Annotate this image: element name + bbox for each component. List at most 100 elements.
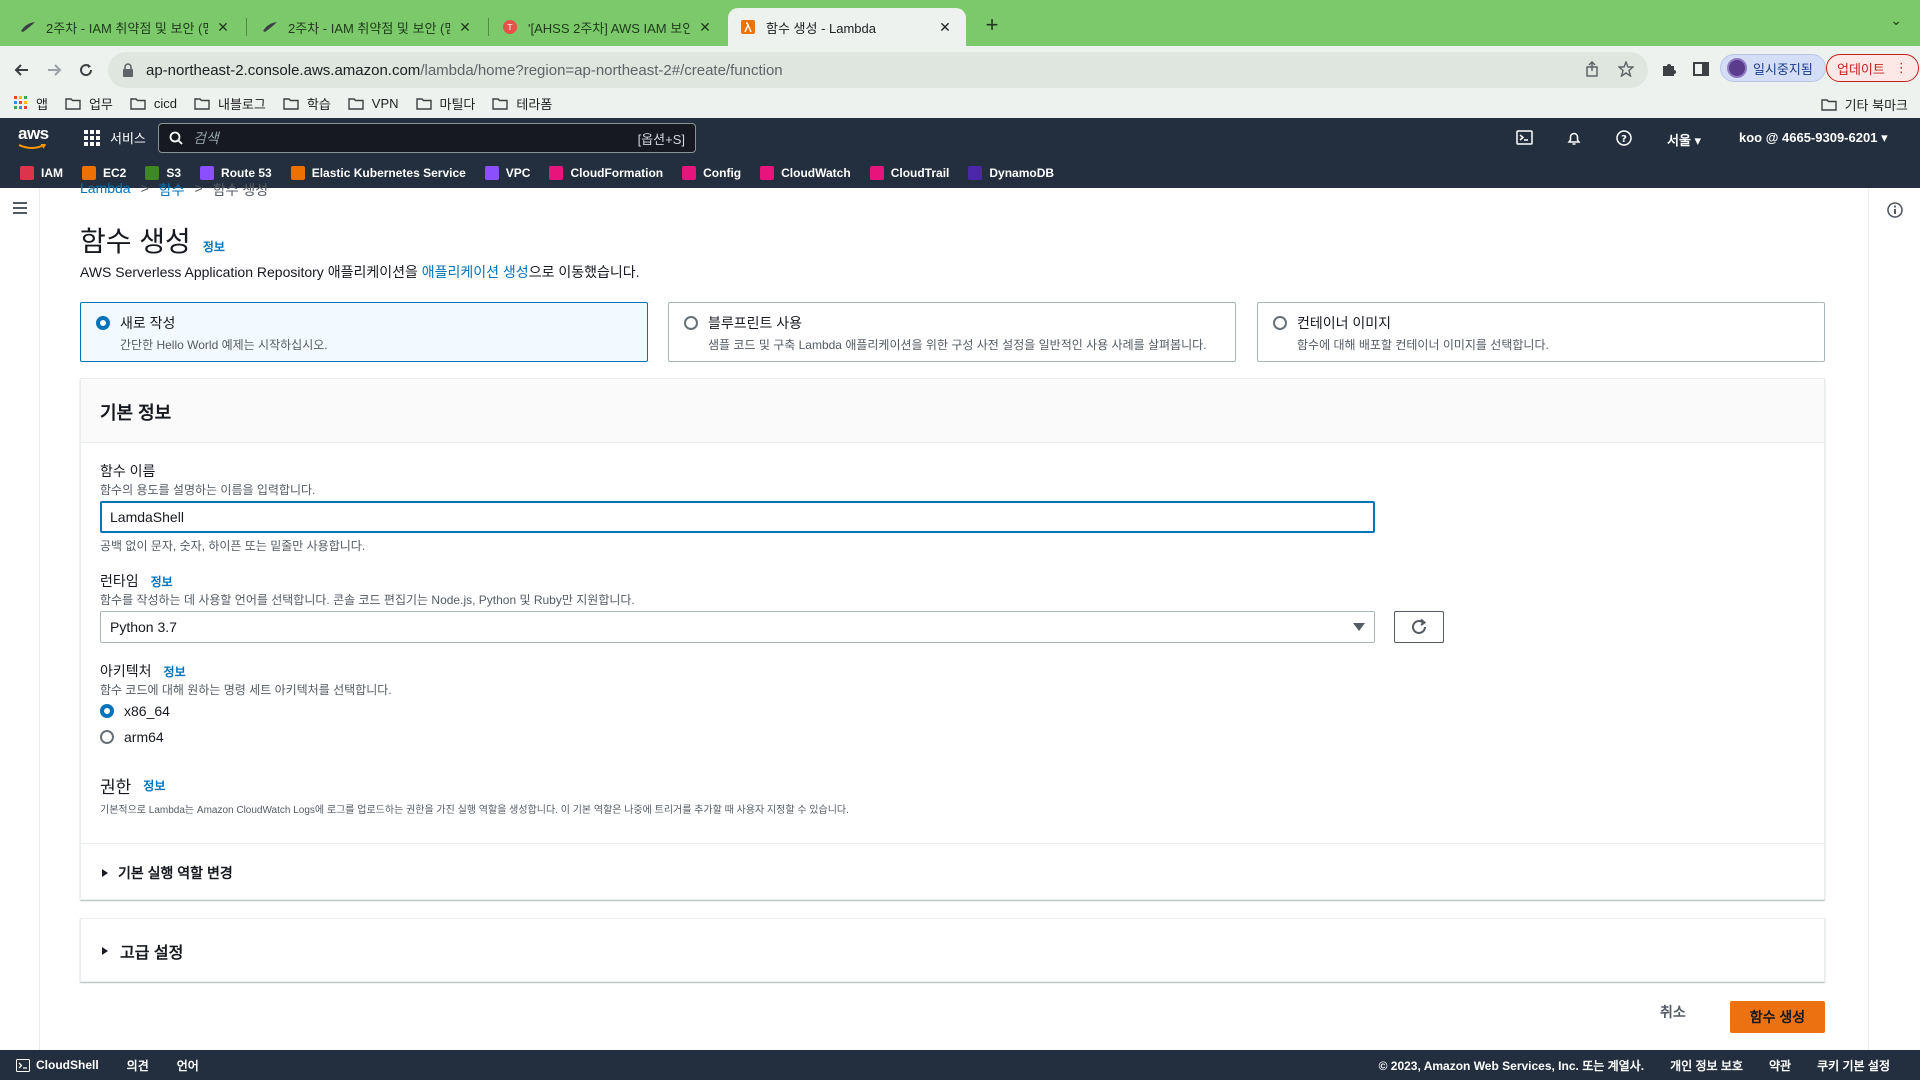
- favorite-service[interactable]: Route 53: [200, 166, 272, 180]
- bookmark-folder[interactable]: VPN: [348, 96, 399, 111]
- panel-heading: 기본 정보: [81, 379, 1824, 443]
- bookmark-folder[interactable]: 업무: [65, 94, 113, 113]
- bookmark-label: 학습: [306, 96, 331, 112]
- language-link[interactable]: 언어: [177, 1057, 199, 1074]
- account-menu[interactable]: koo @ 4665-9309-6201 ▾: [1739, 130, 1888, 146]
- cloudshell-icon[interactable]: [1516, 130, 1533, 145]
- browser-tab-2[interactable]: 2주차 - IAM 취약점 및 보안 (멤버십 ✕: [250, 8, 486, 46]
- breadcrumb-functions[interactable]: 함수: [159, 180, 185, 200]
- favorite-service[interactable]: EC2: [82, 166, 126, 180]
- radio-unselected[interactable]: [684, 316, 698, 330]
- radio-selected[interactable]: [100, 704, 114, 718]
- radio-unselected[interactable]: [100, 730, 114, 744]
- favorite-service[interactable]: VPC: [484, 166, 530, 180]
- service-icon: [968, 166, 983, 180]
- bell-icon[interactable]: [1566, 130, 1582, 146]
- close-icon[interactable]: ✕: [936, 19, 954, 36]
- permissions-info-link[interactable]: 정보: [143, 777, 165, 794]
- info-icon[interactable]: [1887, 202, 1903, 218]
- profile-button[interactable]: 일시중지됨: [1720, 54, 1826, 82]
- service-icon: [290, 166, 305, 180]
- close-icon[interactable]: ✕: [696, 19, 714, 36]
- services-menu[interactable]: 서비스: [84, 128, 146, 147]
- change-execution-role-expander[interactable]: 기본 실행 역할 변경: [100, 863, 233, 883]
- radio-unselected[interactable]: [1273, 316, 1287, 330]
- help-icon[interactable]: ?: [1616, 130, 1632, 146]
- function-name-input[interactable]: LamdaShell: [100, 501, 1375, 533]
- favorite-service[interactable]: CloudFormation: [549, 166, 663, 180]
- bookmark-folder[interactable]: 내블로그: [194, 94, 266, 113]
- favorite-label: Config: [703, 166, 742, 180]
- back-icon[interactable]: [10, 58, 34, 82]
- aws-search-input[interactable]: 검색 [옵션+S]: [158, 123, 696, 153]
- cookie-preferences-link[interactable]: 쿠키 기본 설정: [1817, 1057, 1890, 1074]
- bookmark-folder[interactable]: 마틸다: [415, 94, 475, 113]
- favorite-service[interactable]: S3: [145, 166, 181, 180]
- create-application-link[interactable]: 애플리케이션 생성: [422, 264, 529, 280]
- close-icon[interactable]: ✕: [214, 19, 232, 36]
- refresh-runtime-button[interactable]: [1394, 611, 1444, 643]
- favorite-service[interactable]: CloudWatch: [760, 166, 851, 180]
- bookmark-folder[interactable]: 테라폼: [492, 94, 552, 113]
- arch-option-x86[interactable]: x86_64: [100, 703, 170, 719]
- browser-tab-active[interactable]: 함수 생성 - Lambda ✕: [728, 8, 966, 46]
- advanced-settings-expander[interactable]: 고급 설정: [100, 939, 183, 963]
- address-bar[interactable]: ap-northeast-2.console.aws.amazon.com/la…: [108, 52, 1648, 88]
- title-info-link[interactable]: 정보: [203, 238, 225, 255]
- repo-note-text: AWS Serverless Application Repository 애플…: [80, 264, 422, 280]
- favorite-label: Elastic Kubernetes Service: [311, 166, 466, 180]
- reload-icon[interactable]: [74, 58, 98, 82]
- divider: [81, 843, 1824, 844]
- star-icon[interactable]: [1618, 61, 1634, 77]
- browser-tab-1[interactable]: 2주차 - IAM 취약점 및 보안 (멤버십 ✕: [8, 8, 244, 46]
- new-tab-button[interactable]: +: [978, 12, 1006, 40]
- svg-text:?: ?: [1621, 134, 1627, 145]
- runtime-label: 런타임 정보: [100, 571, 173, 591]
- option-author-from-scratch[interactable]: 새로 작성 간단한 Hello World 예제는 시작하십시오.: [80, 302, 648, 362]
- runtime-label-text: 런타임: [100, 573, 139, 589]
- tab-separator: [488, 18, 489, 36]
- tab-search-icon[interactable]: ⌄: [1890, 12, 1902, 29]
- aws-logo[interactable]: aws: [18, 124, 49, 150]
- runtime-select[interactable]: Python 3.7: [100, 611, 1375, 643]
- menu-icon[interactable]: [13, 202, 27, 214]
- favorite-service[interactable]: DynamoDB: [968, 166, 1054, 180]
- bookmark-apps[interactable]: 앱: [14, 94, 48, 113]
- forward-icon[interactable]: [42, 58, 66, 82]
- terms-link[interactable]: 약관: [1769, 1057, 1791, 1074]
- create-function-button[interactable]: 함수 생성: [1730, 1001, 1825, 1033]
- page-title: 함수 생성 정보: [80, 220, 225, 260]
- bookmark-label: 앱: [36, 96, 48, 112]
- radio-selected[interactable]: [96, 316, 110, 330]
- expander-label: 기본 실행 역할 변경: [118, 865, 233, 881]
- option-container-image[interactable]: 컨테이너 이미지 함수에 대해 배포할 컨테이너 이미지를 선택합니다.: [1257, 302, 1825, 362]
- favorite-service[interactable]: Config: [682, 166, 741, 180]
- favorite-service[interactable]: Elastic Kubernetes Service: [290, 166, 466, 180]
- cancel-button[interactable]: 취소: [1660, 1002, 1686, 1022]
- favorite-service[interactable]: CloudTrail: [869, 166, 949, 180]
- feedback-link[interactable]: 의견: [127, 1057, 149, 1074]
- option-use-blueprint[interactable]: 블루프린트 사용 샘플 코드 및 구축 Lambda 애플리케이션을 위한 구성…: [668, 302, 1236, 362]
- extensions-icon[interactable]: [1660, 60, 1680, 80]
- search-placeholder: 검색: [193, 130, 219, 146]
- bookmark-folder[interactable]: 학습: [283, 94, 331, 113]
- region-selector[interactable]: 서울 ▾: [1667, 130, 1701, 149]
- breadcrumb-lambda[interactable]: Lambda: [80, 180, 131, 200]
- aws-top-nav: aws 서비스 검색 [옵션+S] ? 서울 ▾ koo @ 4665-9309…: [0, 118, 1920, 158]
- share-icon[interactable]: [1584, 61, 1600, 77]
- cloudshell-button[interactable]: CloudShell: [16, 1058, 99, 1072]
- favorite-service[interactable]: IAM: [20, 166, 63, 180]
- copyright-text: © 2023, Amazon Web Services, Inc. 또는 계열사…: [1378, 1058, 1645, 1073]
- other-bookmarks[interactable]: 기타 북마크: [1820, 95, 1908, 114]
- side-panel-icon[interactable]: [1692, 60, 1712, 80]
- close-icon[interactable]: ✕: [456, 19, 474, 36]
- tab-title: 2주차 - IAM 취약점 및 보안 (멤버십: [288, 20, 450, 36]
- bookmark-folder[interactable]: cicd: [130, 96, 177, 111]
- browser-tab-3[interactable]: T '[AHSS 2주차] AWS IAM 보안 (2) ✕: [490, 8, 726, 46]
- update-button[interactable]: 업데이트 ⋮: [1826, 54, 1919, 82]
- runtime-info-link[interactable]: 정보: [151, 573, 173, 590]
- privacy-link[interactable]: 개인 정보 보호: [1670, 1057, 1743, 1074]
- arch-option-arm64[interactable]: arm64: [100, 729, 164, 745]
- architecture-info-link[interactable]: 정보: [164, 663, 186, 680]
- folder-icon: [130, 97, 146, 110]
